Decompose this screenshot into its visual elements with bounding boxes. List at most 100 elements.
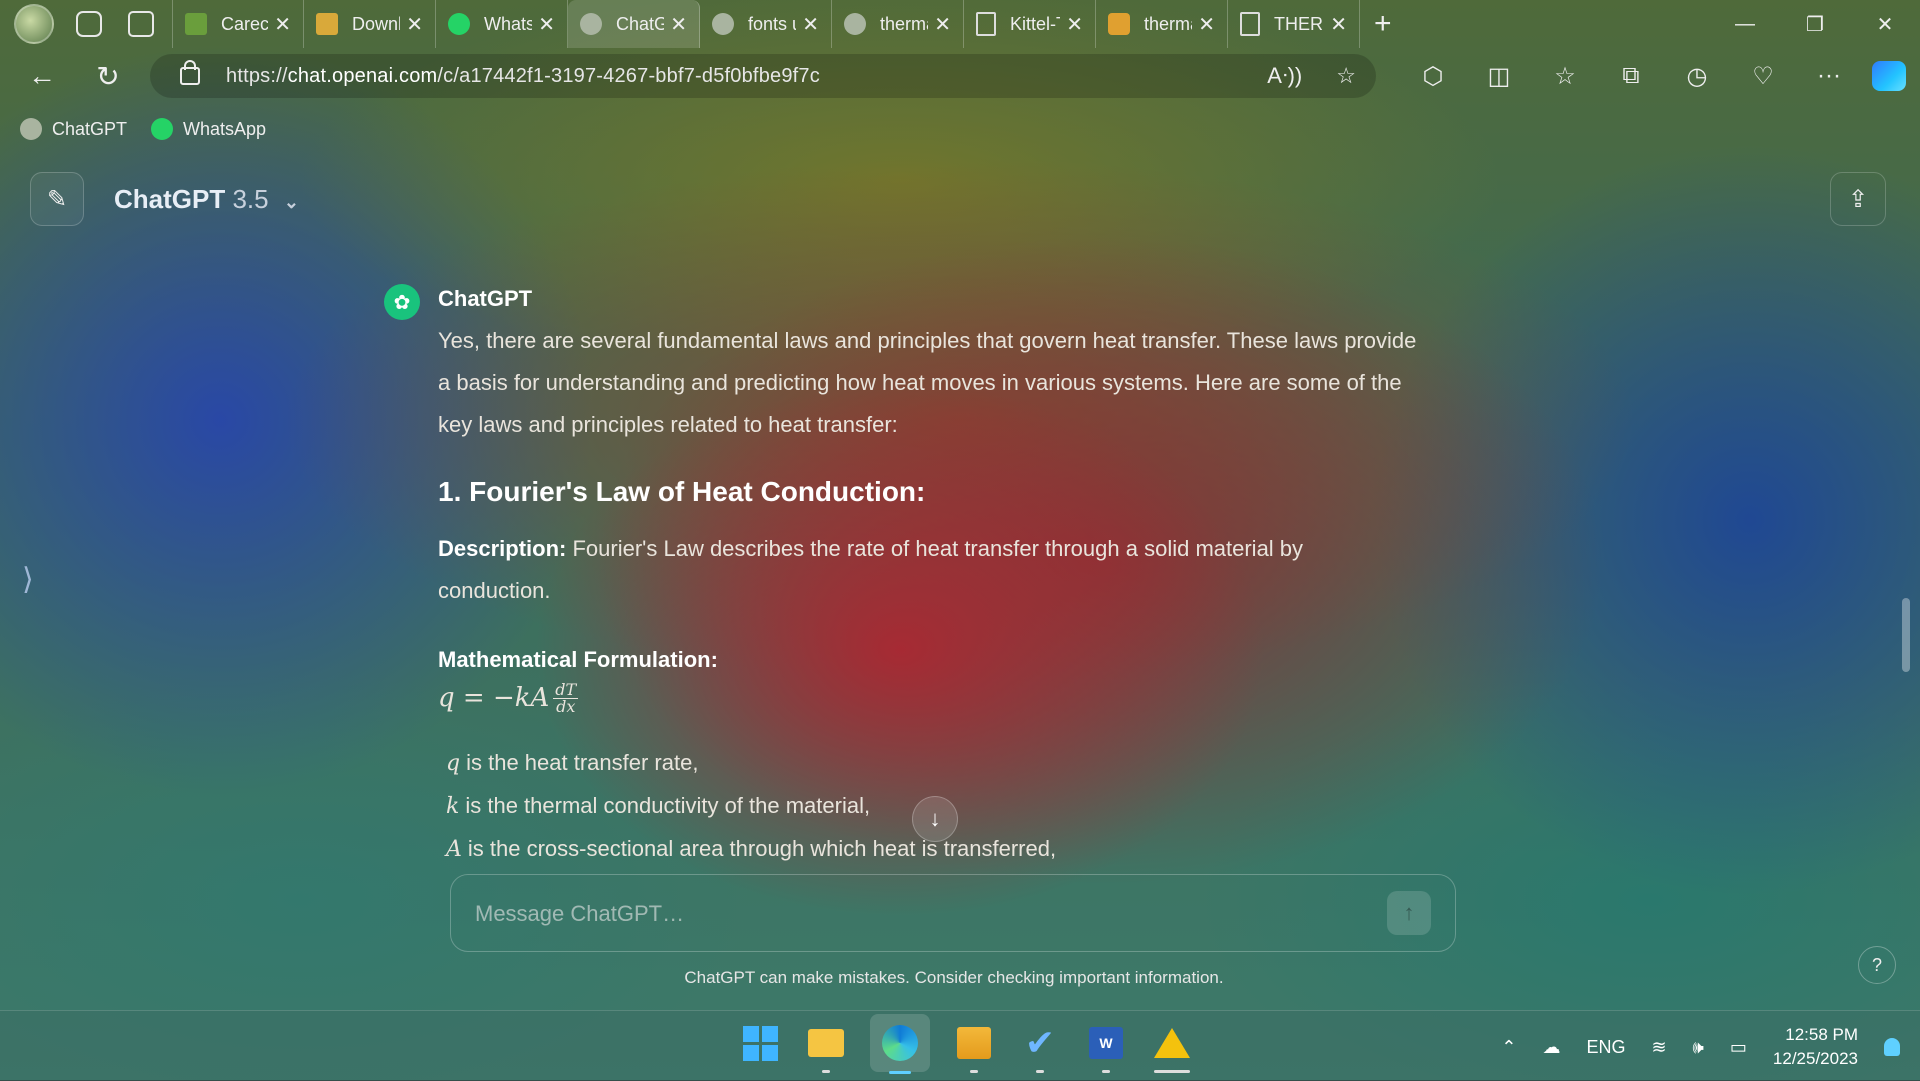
close-icon[interactable]: ✕: [1066, 12, 1083, 37]
favorite-label: ChatGPT: [52, 118, 128, 139]
tab-download[interactable]: Downlo ✕: [304, 0, 436, 48]
share-button[interactable]: ⇪: [1830, 172, 1886, 226]
file-explorer-button[interactable]: [804, 1021, 848, 1073]
collections-icon[interactable]: ⧉: [1598, 62, 1664, 90]
todo-button[interactable]: ✔: [1018, 1021, 1062, 1073]
close-icon[interactable]: ✕: [1330, 12, 1347, 37]
tab-thermal[interactable]: therma ✕: [832, 0, 964, 48]
assistant-message: Yes, there are several fundamental laws …: [438, 320, 1418, 868]
profile-avatar[interactable]: [14, 4, 54, 44]
url-path: /c/a17442f1-3197-4267-bbf7-d5f0bfbe9f7c: [437, 64, 820, 87]
url-scheme: https://: [226, 64, 288, 87]
wifi-icon[interactable]: ≋: [1651, 1037, 1666, 1058]
onedrive-icon[interactable]: ☁: [1542, 1037, 1560, 1058]
close-icon[interactable]: ✕: [406, 12, 423, 37]
sidebar-toggle-icon[interactable]: ⟩: [22, 562, 34, 597]
chevron-up-icon[interactable]: ⌃: [1501, 1037, 1516, 1058]
send-button[interactable]: ↑: [1387, 891, 1431, 935]
edit-icon: ✎: [46, 185, 68, 213]
address-bar[interactable]: https://chat.openai.com/c/a17442f1-3197-…: [150, 54, 1376, 98]
workspaces-icon[interactable]: [76, 11, 102, 37]
battery-icon[interactable]: ▭: [1730, 1037, 1747, 1058]
tab-title: Kittel-T: [1010, 13, 1060, 34]
extensions-icon[interactable]: ⬡: [1400, 62, 1466, 91]
edge-button[interactable]: [870, 1014, 930, 1074]
new-tab-button[interactable]: +: [1374, 7, 1392, 41]
history-icon[interactable]: ◷: [1664, 62, 1730, 91]
arrow-up-icon: ↑: [1403, 900, 1415, 925]
word-button[interactable]: W: [1084, 1021, 1128, 1073]
volume-icon[interactable]: 🕪: [1693, 1037, 1704, 1058]
folder-icon: [808, 1029, 844, 1057]
document-icon: [976, 12, 996, 36]
running-indicator: [1036, 1070, 1044, 1073]
chatgpt-icon: [20, 118, 42, 140]
store-button[interactable]: [952, 1021, 996, 1073]
share-icon: ⇪: [1847, 185, 1869, 213]
performance-icon[interactable]: ♡: [1730, 62, 1796, 91]
lock-icon[interactable]: [180, 60, 200, 85]
scrollbar-thumb[interactable]: [1902, 598, 1910, 672]
more-menu-icon[interactable]: ···: [1796, 62, 1862, 90]
running-indicator: [970, 1070, 978, 1073]
formula: q = −kA dT dx: [438, 678, 1418, 718]
clock[interactable]: 12:58 PM 12/25/2023: [1773, 1023, 1858, 1071]
favorites-icon[interactable]: ☆: [1532, 62, 1598, 91]
split-screen-icon[interactable]: ◫: [1466, 62, 1532, 91]
url-text[interactable]: https://chat.openai.com/c/a17442f1-3197-…: [226, 65, 820, 88]
close-icon[interactable]: ✕: [538, 12, 555, 37]
tab-title: THERM: [1274, 13, 1324, 34]
favorites-bar: ChatGPT WhatsApp: [20, 114, 266, 144]
start-button[interactable]: [738, 1021, 782, 1065]
tab-fonts[interactable]: fonts u ✕: [700, 0, 832, 48]
favorite-whatsapp[interactable]: WhatsApp: [151, 118, 266, 140]
checkmark-icon: ✔: [1024, 1022, 1056, 1063]
close-icon[interactable]: ✕: [934, 12, 951, 37]
document-icon: [1240, 12, 1260, 36]
drive-button[interactable]: [1150, 1021, 1194, 1073]
section-heading: 1. Fourier's Law of Heat Conduction:: [438, 476, 926, 507]
chatgpt-icon: [580, 13, 602, 35]
close-icon[interactable]: ✕: [274, 12, 291, 37]
tab-title: Carecon: [221, 13, 269, 34]
help-button[interactable]: ?: [1858, 946, 1896, 984]
clock-date: 12/25/2023: [1772, 1049, 1858, 1068]
tab-actions-icon[interactable]: [128, 11, 154, 37]
arrow-down-icon: ↓: [929, 806, 941, 831]
language-indicator[interactable]: ENG: [1586, 1037, 1625, 1058]
copilot-icon[interactable]: [1872, 61, 1906, 91]
favorite-star-icon[interactable]: ☆: [1336, 63, 1356, 89]
favorite-label: WhatsApp: [183, 118, 267, 139]
tab-carecon[interactable]: Carecon ✕: [172, 0, 304, 48]
list-item: qis the heat transfer rate,: [438, 742, 1418, 785]
close-icon[interactable]: ✕: [802, 12, 819, 37]
assistant-avatar: ✿: [384, 284, 420, 320]
back-button[interactable]: ←: [20, 54, 64, 98]
tab-chatgpt[interactable]: ChatGP ✕: [568, 0, 700, 48]
new-chat-button[interactable]: ✎: [30, 172, 84, 226]
refresh-button[interactable]: ↻: [86, 54, 130, 98]
notification-bell-icon[interactable]: [1884, 1038, 1900, 1056]
restore-icon[interactable]: ❐: [1780, 0, 1850, 48]
tab-therm[interactable]: THERM ✕: [1228, 0, 1360, 48]
whatsapp-icon: [448, 13, 470, 35]
close-icon[interactable]: ✕: [1198, 12, 1215, 37]
drive-icon: [185, 13, 207, 35]
close-window-icon[interactable]: ✕: [1850, 0, 1920, 48]
model-selector[interactable]: ChatGPT 3.5 ⌄: [114, 184, 299, 215]
message-input[interactable]: [473, 895, 1357, 933]
close-icon[interactable]: ✕: [670, 12, 687, 37]
whatsapp-icon: [151, 118, 174, 140]
tab-whatsapp[interactable]: WhatsA ✕: [436, 0, 568, 48]
scroll-to-bottom-button[interactable]: ↓: [912, 796, 958, 842]
tab-title: WhatsA: [484, 13, 532, 34]
model-name: ChatGPT: [114, 184, 226, 214]
tab-thermal-2[interactable]: therma ✕: [1096, 0, 1228, 48]
read-aloud-icon[interactable]: Aᐧ)): [1267, 63, 1302, 89]
running-indicator: [1102, 1070, 1110, 1073]
running-indicator: [1154, 1070, 1190, 1073]
tab-kittel[interactable]: Kittel-T ✕: [964, 0, 1096, 48]
favorite-chatgpt[interactable]: ChatGPT: [20, 118, 127, 140]
minimize-icon[interactable]: —: [1710, 0, 1780, 48]
crest-icon: [1108, 13, 1130, 35]
